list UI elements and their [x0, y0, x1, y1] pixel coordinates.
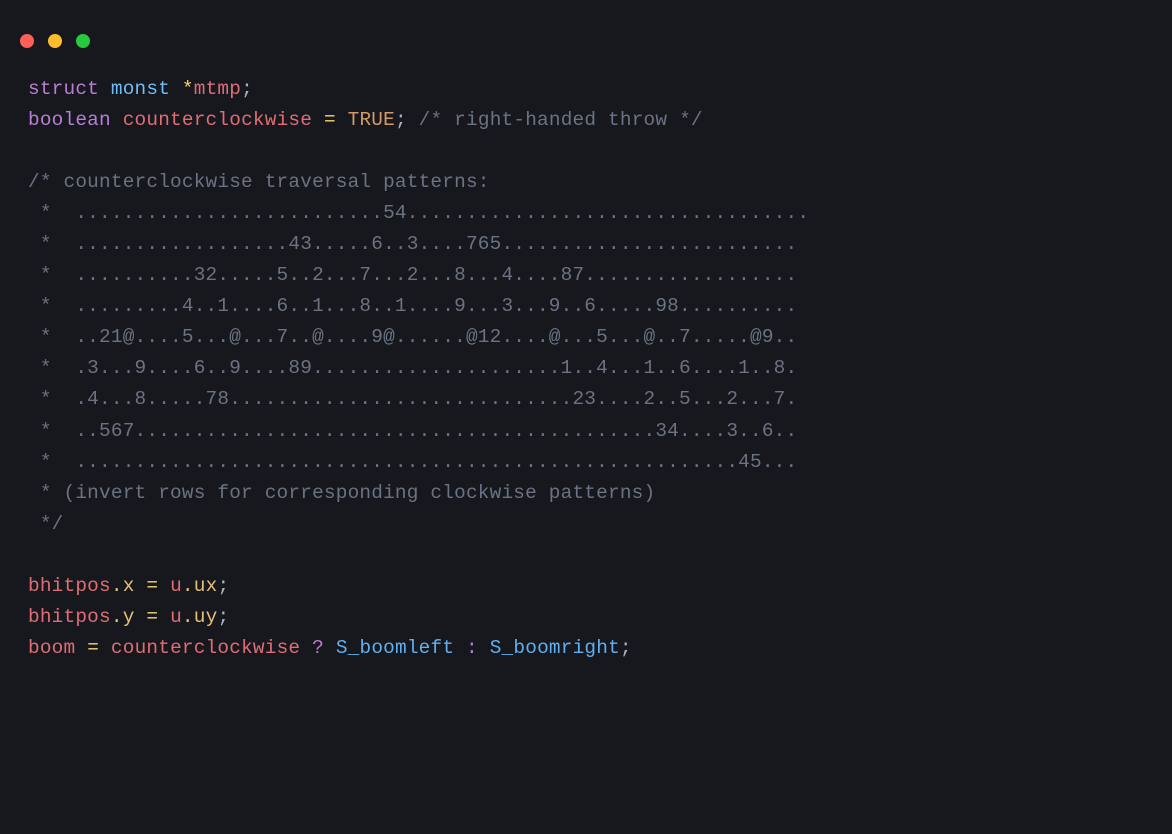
identifier-bhitpos: bhitpos — [28, 575, 111, 597]
comment-block-l11: */ — [28, 513, 64, 535]
keyword-struct: struct — [28, 78, 99, 100]
identifier-u: u — [170, 575, 182, 597]
comment-block-l4: * .........4..1....6..1...8..1....9...3.… — [28, 295, 797, 317]
code-body: struct monst *mtmp; boolean counterclock… — [0, 68, 1172, 690]
comment-block-l2: * ..................43.....6..3....765..… — [28, 233, 797, 255]
type-monst: monst — [111, 78, 170, 100]
operator-ternary-colon: : — [466, 637, 478, 659]
identifier-mtmp: mtmp — [194, 78, 241, 100]
operator-equals: = — [87, 637, 99, 659]
minimize-icon[interactable] — [48, 34, 62, 48]
line-bhitpos-y: bhitpos.y = u.uy; — [28, 606, 229, 628]
comment-rh-throw: /* right-handed throw */ — [419, 109, 703, 131]
comment-block-l10: * (invert rows for corresponding clockwi… — [28, 482, 655, 504]
titlebar — [0, 0, 1172, 68]
identifier-ccw: counterclockwise — [123, 109, 312, 131]
comment-block-l1: * ..........................54..........… — [28, 202, 809, 224]
identifier-boomright: S_boomright — [490, 637, 620, 659]
member-y: .y — [111, 606, 135, 628]
comment-block-l6: * .3...9....6..9....89..................… — [28, 357, 797, 379]
code-window: struct monst *mtmp; boolean counterclock… — [0, 0, 1172, 834]
close-icon[interactable] — [20, 34, 34, 48]
zoom-icon[interactable] — [76, 34, 90, 48]
semicolon: ; — [620, 637, 632, 659]
comment-block-l3: * ..........32.....5..2...7...2...8...4.… — [28, 264, 797, 286]
line-bhitpos-x: bhitpos.x = u.ux; — [28, 575, 229, 597]
member-ux: .ux — [182, 575, 218, 597]
line-decl-ccw: boolean counterclockwise = TRUE; /* righ… — [28, 109, 703, 131]
semicolon: ; — [217, 606, 229, 628]
semicolon: ; — [395, 109, 407, 131]
identifier-ccw: counterclockwise — [111, 637, 300, 659]
semicolon: ; — [217, 575, 229, 597]
comment-block-l0: /* counterclockwise traversal patterns: — [28, 171, 490, 193]
identifier-u: u — [170, 606, 182, 628]
identifier-boom: boom — [28, 637, 75, 659]
line-decl-monst: struct monst *mtmp; — [28, 78, 253, 100]
operator-equals: = — [324, 109, 336, 131]
keyword-boolean: boolean — [28, 109, 111, 131]
line-boom-assign: boom = counterclockwise ? S_boomleft : S… — [28, 637, 632, 659]
semicolon: ; — [241, 78, 253, 100]
operator-equals: = — [146, 575, 158, 597]
identifier-boomleft: S_boomleft — [336, 637, 454, 659]
constant-true: TRUE — [348, 109, 395, 131]
member-uy: .uy — [182, 606, 218, 628]
member-x: .x — [111, 575, 135, 597]
operator-equals: = — [146, 606, 158, 628]
comment-block-l7: * .4...8.....78.........................… — [28, 388, 797, 410]
comment-block-l8: * ..567.................................… — [28, 420, 797, 442]
operator-star: * — [182, 78, 194, 100]
comment-block-l5: * ..21@....5...@...7..@....9@......@12..… — [28, 326, 797, 348]
comment-block-l9: * ......................................… — [28, 451, 797, 473]
identifier-bhitpos: bhitpos — [28, 606, 111, 628]
operator-ternary-q: ? — [312, 637, 324, 659]
